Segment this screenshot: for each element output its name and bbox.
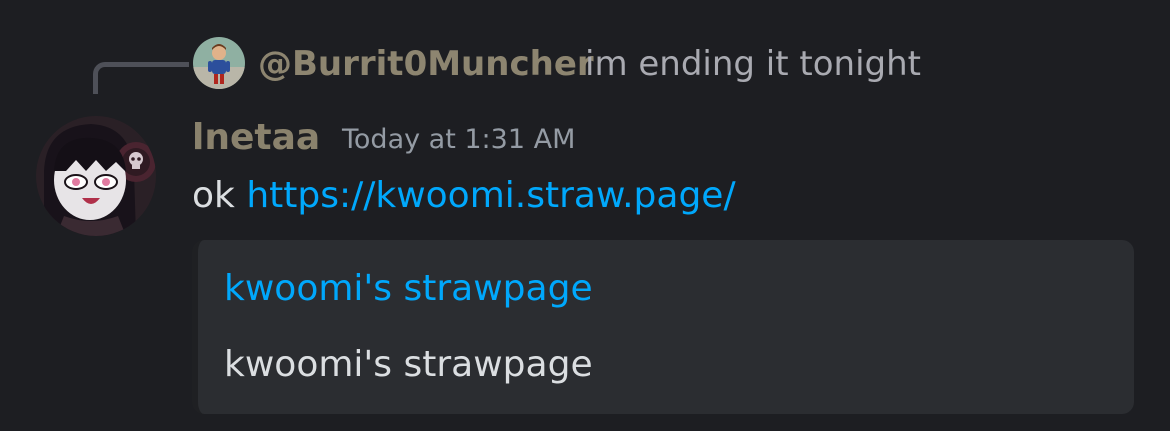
reply-message-preview[interactable]: im ending it tonight [585,42,921,86]
message-content: ok https://kwoomi.straw.page/ [192,172,736,220]
reply-author-avatar-icon[interactable] [193,37,245,89]
embed-description: kwoomi's strawpage [224,344,593,385]
reply-connector-line [93,62,189,94]
message-text: ok [192,175,247,216]
message-timestamp: Today at 1:31 AM [342,124,576,155]
chat-message-view: @Burrit0Muncher im ending it tonight lne… [0,0,1170,431]
embed-title-link[interactable]: kwoomi's strawpage [224,266,593,312]
link-embed-card: kwoomi's strawpage kwoomi's strawpage [192,240,1134,414]
message-author-avatar-icon[interactable] [36,116,156,236]
reply-author-name[interactable]: @Burrit0Muncher [258,42,594,86]
message-link[interactable]: https://kwoomi.straw.page/ [246,175,735,216]
message-author-name[interactable]: lnetaa [192,114,320,162]
